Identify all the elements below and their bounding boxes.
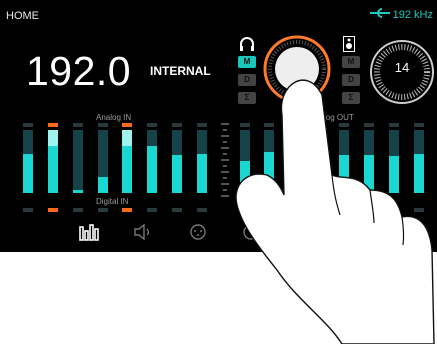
input-clip-indicator-8 (197, 208, 207, 212)
input-clip-indicator-3 (73, 208, 83, 212)
meter-high (122, 130, 132, 146)
input-peak-indicator-8 (197, 123, 207, 127)
meter-track (73, 130, 83, 193)
meter-fill (197, 154, 207, 193)
input-clip-indicator-1 (23, 208, 33, 212)
input-clip-indicator-7 (172, 208, 182, 212)
input-meter-1 (23, 130, 33, 193)
meters-tab-icon[interactable] (78, 221, 100, 243)
meter-fill (147, 146, 157, 193)
input-peak-indicator-3 (73, 123, 83, 127)
input-clip-indicator-4 (98, 208, 108, 212)
input-meter-2 (48, 130, 58, 193)
input-clip-indicator-6 (147, 208, 157, 212)
input-meter-7 (172, 130, 182, 193)
input-meter-6 (147, 130, 157, 193)
input-meter-4 (98, 130, 108, 193)
input-meter-3 (73, 130, 83, 193)
speaker-volume-tab-icon[interactable] (132, 221, 154, 243)
meter-fill (172, 155, 182, 193)
input-meter-8 (197, 130, 207, 193)
input-clip-indicator-2 (48, 208, 58, 212)
meter-fill (98, 177, 108, 193)
input-clip-indicator-5 (122, 208, 132, 212)
routing-tab-icon[interactable] (187, 221, 209, 243)
input-peak-indicator-5 (122, 123, 132, 127)
meter-high (48, 130, 58, 146)
meter-fill (73, 190, 83, 193)
meter-fill (23, 154, 33, 193)
input-peak-indicator-6 (147, 123, 157, 127)
input-peak-indicator-4 (98, 123, 108, 127)
input-peak-indicator-2 (48, 123, 58, 127)
input-peak-indicator-7 (172, 123, 182, 127)
input-peak-indicator-1 (23, 123, 33, 127)
input-meter-5 (122, 130, 132, 193)
hand-overlay (222, 55, 437, 349)
